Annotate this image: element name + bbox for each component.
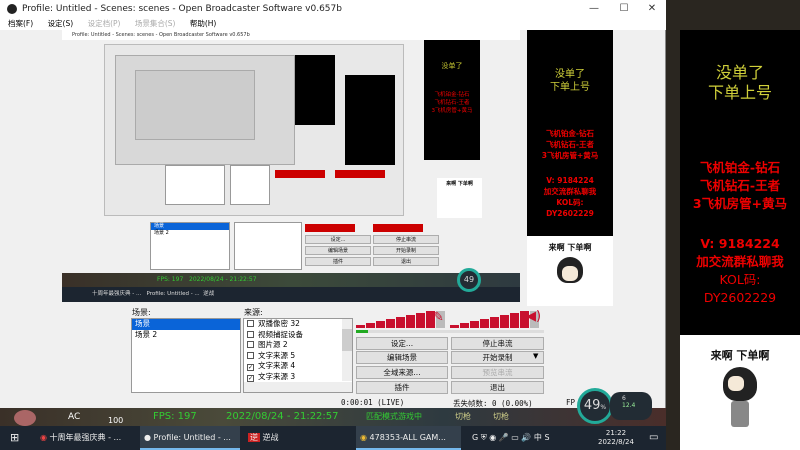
preview-area: Profile: Untitled - Scenes: scenes - Ope… xyxy=(62,30,520,302)
source-checkbox[interactable] xyxy=(247,341,254,348)
scenes-list[interactable]: 场景 场景 2 xyxy=(131,318,241,393)
source-name: 双播像密 32 xyxy=(258,319,300,328)
net-speed-gauge: 49% xyxy=(577,388,613,424)
mic-meter xyxy=(356,310,445,328)
taskbar-nizhan[interactable]: 逆 逆战 xyxy=(244,426,324,450)
stream-time: 0:00:01 (LIVE) xyxy=(341,398,405,407)
window-title: Profile: Untitled - Scenes: scenes - Ope… xyxy=(22,4,342,14)
source-checkbox[interactable] xyxy=(247,330,254,338)
source-item[interactable]: 双播像密 32 xyxy=(244,319,352,330)
speaker-icon[interactable]: ◀) xyxy=(526,309,541,324)
chrome-icon: ◉ xyxy=(40,433,47,442)
nested-meme: 来啊 下单啊 xyxy=(437,178,482,218)
title-bar: Profile: Untitled - Scenes: scenes - Ope… xyxy=(0,0,666,18)
source-name: 图片源 2 xyxy=(258,340,288,349)
settings-button[interactable]: 设定... xyxy=(356,337,448,350)
scenes-label: 场景: xyxy=(132,308,151,317)
source-name: 文字来源 4 xyxy=(258,361,296,370)
nizhan-icon: 逆 xyxy=(248,433,260,442)
nested-obs-capture: Profile: Untitled - Scenes: scenes - Ope… xyxy=(62,30,520,273)
minimize-button[interactable]: — xyxy=(580,0,608,18)
source-item[interactable]: ✓ 文字来源 4 xyxy=(244,361,352,372)
menu-help[interactable]: 帮助(H) xyxy=(190,19,217,28)
game-icon: ◉ xyxy=(360,433,367,442)
right-overlay-text-panel: 没单了 下单上号 飞机铂金-钻石 飞机钻石-王者 3飞机房管+黄马 V: 918422… xyxy=(680,30,800,335)
source-checkbox[interactable]: ✓ xyxy=(247,364,254,371)
start-button[interactable]: ⊞ xyxy=(6,426,19,450)
nested-preview xyxy=(104,44,404,216)
edit-scene-button[interactable]: 编辑场景 xyxy=(356,351,448,364)
meme-face-icon xyxy=(557,257,583,283)
exit-button[interactable]: 退出 xyxy=(451,381,544,394)
menu-bar: 档案(F) 设定(S) 设定档(P) 场景集合(S) 帮助(H) xyxy=(0,18,666,30)
source-checkbox[interactable] xyxy=(247,351,254,359)
overlay-text-panel: 没单了 下单上号 飞机铂金-钻石 飞机钻石-王者 3飞机房管+黄马 V: 918422… xyxy=(527,30,613,236)
close-button[interactable]: ✕ xyxy=(638,0,666,18)
source-name: 文字来源 3 xyxy=(258,371,296,381)
source-name: 视频捕捉设备 xyxy=(258,329,303,339)
taskbar-obs[interactable]: ● Profile: Untitled - ... xyxy=(140,426,240,450)
obs-icon: ● xyxy=(144,433,151,442)
preview-stream-button[interactable]: 预览串流 xyxy=(451,366,544,379)
nested-overlay-panel: 没单了 飞机铂金-钻石 飞机钻石-王者 3飞机房管+黄马 xyxy=(424,40,480,160)
meme-image: 来啊 下单啊 xyxy=(527,236,613,306)
right-meme-image: 来啊 下单啊 xyxy=(680,335,800,450)
maximize-button[interactable]: ☐ xyxy=(610,0,638,18)
menu-scene-collection[interactable]: 场景集合(S) xyxy=(135,19,176,28)
source-name: 文字来源 5 xyxy=(258,350,296,360)
stop-stream-button[interactable]: 停止串流 xyxy=(451,337,544,350)
taskbar: ⊞ ◉ 十周年最强庆典 - ... ● Profile: Untitled - … xyxy=(0,426,666,450)
net-speed-widget: 6 12.4 xyxy=(610,392,652,420)
source-item[interactable]: ✓ 文字来源 3 xyxy=(244,372,352,383)
sources-hscrollbar[interactable] xyxy=(244,382,352,392)
menu-profile[interactable]: 设定档(P) xyxy=(88,19,121,28)
source-item[interactable]: 文字来源 5 xyxy=(244,351,352,362)
sources-label: 来源: xyxy=(244,308,263,317)
source-item[interactable]: 视频捕捉设备 xyxy=(244,330,352,341)
source-checkbox[interactable] xyxy=(247,320,254,327)
taskbar-chrome[interactable]: ◉ 十周年最强庆典 - ... xyxy=(36,426,136,450)
system-tray[interactable]: G ⛨ ◉ 🎤 ▭ 🔊 中 S xyxy=(468,426,550,450)
obs-logo-icon xyxy=(7,4,17,14)
plugins-button[interactable]: 插件 xyxy=(356,381,448,394)
meme-face-icon xyxy=(723,367,757,401)
scene-item[interactable]: 场景 xyxy=(132,319,240,330)
microphone-icon[interactable]: ✎ xyxy=(433,310,444,325)
taskbar-game[interactable]: ◉ 478353-ALL GAM... xyxy=(356,426,461,450)
nested-taskbar: 十周年最强庆典 - ... Profile: Untitled - ... 逆战 xyxy=(62,287,520,302)
global-sources-button[interactable]: 全域来源... xyxy=(356,366,448,379)
fps-status: FP xyxy=(566,398,576,407)
source-checkbox[interactable]: ✓ xyxy=(247,374,254,382)
sources-list[interactable]: 双播像密 32视频捕捉设备图片源 2文字来源 5✓文字来源 4✓文字来源 3✓文… xyxy=(243,318,353,393)
menu-settings[interactable]: 设定(S) xyxy=(48,19,74,28)
scene-item[interactable]: 场景 2 xyxy=(132,330,240,341)
menu-file[interactable]: 档案(F) xyxy=(8,19,33,28)
record-dropdown-icon[interactable]: ▼ xyxy=(533,352,538,360)
source-item[interactable]: 图片源 2 xyxy=(244,340,352,351)
obs-window: Profile: Untitled - Scenes: scenes - Ope… xyxy=(0,0,666,408)
game-overlay-bar: AC 100 FPS: 197 2022/08/24 - 21:22:57 匹配… xyxy=(0,408,666,426)
nested-net-gauge: 49 xyxy=(457,268,481,292)
nested-title: Profile: Untitled - Scenes: scenes - Ope… xyxy=(62,30,520,40)
notification-icon[interactable]: ▭ xyxy=(645,426,658,450)
start-record-button[interactable]: 开始录制 xyxy=(451,351,544,364)
nested-game-overlay: FPS: 197 2022/08/24 - 21:22:57 xyxy=(62,273,520,287)
sources-scrollbar[interactable] xyxy=(342,319,352,381)
clock[interactable]: 21:22 2022/8/24 xyxy=(598,429,634,447)
